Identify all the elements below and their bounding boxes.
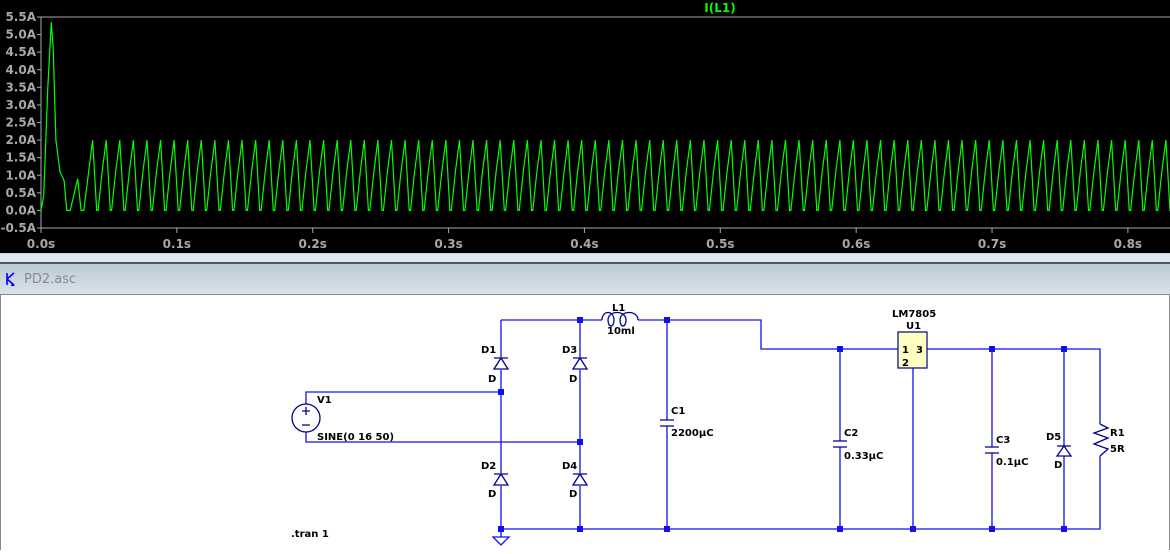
x-tick-label: 0.1s: [163, 237, 191, 251]
v1-name: V1: [317, 395, 332, 406]
c2-name: C2: [844, 428, 858, 439]
r1-name: R1: [1110, 428, 1125, 439]
c3-value: 0.1µC: [996, 457, 1028, 468]
x-tick-label: 0.8s: [1114, 237, 1142, 251]
u1-pin1: 1: [902, 345, 909, 356]
l1-value: 10ml: [607, 326, 635, 337]
y-tick-label: 3.5A: [5, 80, 36, 94]
y-tick-label: 2.0A: [5, 133, 36, 147]
ground-icon: [491, 536, 511, 546]
y-tick-label: 5.5A: [5, 10, 36, 24]
y-tick-label: 1.5A: [5, 151, 36, 165]
d3-name: D3: [562, 345, 577, 356]
d4-name: D4: [562, 461, 577, 472]
diode-d1[interactable]: D1 D: [481, 345, 510, 385]
plot-frame: [40, 16, 1170, 229]
y-tick-label: 0.5A: [5, 186, 36, 200]
v1-value: SINE(0 16 50): [317, 432, 394, 443]
x-tick-label: 0.2s: [299, 237, 327, 251]
waveform-plot-pane[interactable]: I(L1) 5.5A 5.0A 4.5A 4.0A 3.5A 3.0A 2.5A 2.0A 1.…: [0, 0, 1170, 253]
diode-d5[interactable]: D5 D: [1046, 432, 1073, 471]
u1-name: U1: [906, 321, 921, 332]
plot-axes: [40, 16, 1170, 229]
x-tick-label: 0.3s: [434, 237, 462, 251]
schematic-icon: [6, 272, 15, 286]
waveform-plot[interactable]: I(L1) 5.5A 5.0A 4.5A 4.0A 3.5A 3.0A 2.5A 2.0A 1.…: [0, 0, 1170, 253]
trace-i-l1: [40, 22, 1170, 211]
c1-value: 2200µC: [671, 428, 714, 439]
d4-model: D: [569, 489, 577, 500]
d2-name: D2: [481, 461, 496, 472]
y-tick-label: -0.5A: [0, 221, 36, 235]
d1-name: D1: [481, 345, 496, 356]
y-tick-label: 4.5A: [5, 45, 36, 59]
schematic-canvas[interactable]: V1 SINE(0 16 50) D1 D D3 D D2 D D4 D D5 …: [0, 295, 1170, 550]
capacitor-c1[interactable]: C1 2200µC: [660, 406, 714, 439]
c1-name: C1: [671, 406, 685, 417]
diode-d2[interactable]: D2 D: [481, 461, 510, 500]
regulator-u1[interactable]: LM7805 U1 1 3 2: [892, 309, 936, 369]
r1-value: 5R: [1110, 444, 1125, 455]
diode-d3[interactable]: D3 D: [562, 345, 589, 385]
c2-value: 0.33µC: [844, 451, 883, 462]
d1-model: D: [488, 374, 496, 385]
c3-name: C3: [996, 435, 1010, 446]
spice-directive[interactable]: .tran 1: [291, 529, 329, 540]
x-tick-label: 0.6s: [842, 237, 870, 251]
l1-name: L1: [612, 303, 625, 314]
u1-pin2: 2: [902, 358, 909, 369]
u1-pin3: 3: [916, 345, 923, 356]
d5-model: D: [1054, 460, 1062, 471]
x-tick-label: 0.7s: [978, 237, 1006, 251]
y-tick-label: 5.0A: [5, 28, 36, 42]
trace-label[interactable]: I(L1): [704, 1, 735, 15]
diode-d4[interactable]: D4 D: [562, 461, 589, 500]
x-tick-label: 0.0s: [27, 237, 55, 251]
inductor-l1[interactable]: L1 10ml: [601, 303, 639, 337]
u1-model: LM7805: [892, 309, 936, 320]
tab-bar: PD2.asc: [0, 264, 1170, 295]
tab-pd2-asc[interactable]: PD2.asc: [4, 271, 76, 287]
d5-name: D5: [1046, 432, 1061, 443]
voltage-source-v1[interactable]: V1 SINE(0 16 50): [291, 395, 394, 443]
tab-label: PD2.asc: [24, 271, 77, 287]
y-tick-label: 2.5A: [5, 116, 36, 130]
y-tick-label: 4.0A: [5, 63, 36, 77]
d3-model: D: [569, 374, 577, 385]
y-tick-label: 0.0A: [5, 203, 36, 217]
d2-model: D: [488, 489, 496, 500]
x-tick-label: 0.5s: [706, 237, 734, 251]
x-tick-label: 0.4s: [570, 237, 598, 251]
resistor-r1[interactable]: R1 5R: [1092, 423, 1125, 457]
y-tick-label: 3.0A: [5, 98, 36, 112]
y-tick-label: 1.0A: [5, 168, 36, 182]
